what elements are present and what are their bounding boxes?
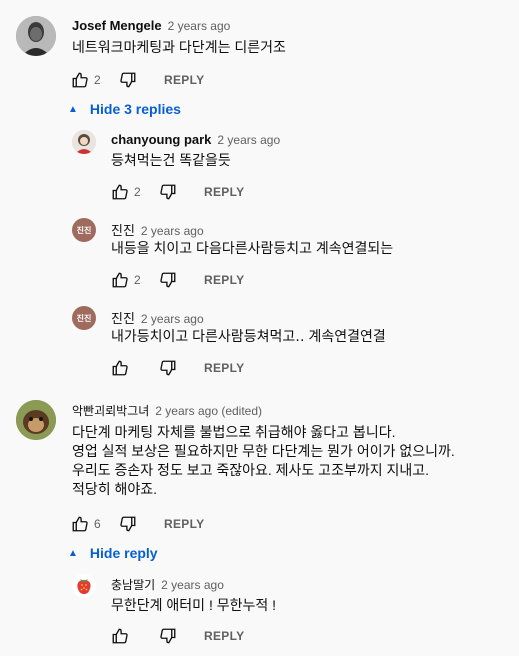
like-button[interactable] (108, 268, 132, 292)
author-name[interactable]: Josef Mengele (72, 18, 162, 33)
reply-actions: REPLY (108, 356, 244, 380)
dislike-button[interactable] (156, 180, 180, 204)
reply-time[interactable]: 2 years ago (161, 578, 224, 592)
caret-up-icon: ▲ (68, 547, 78, 559)
avatar-jinjin[interactable]: 진진 (72, 218, 96, 242)
profile-photo-icon (16, 16, 56, 56)
like-button[interactable] (108, 356, 132, 380)
reply-time[interactable]: 2 years ago (217, 133, 280, 147)
comment-time[interactable]: 2 years ago (168, 19, 231, 33)
dislike-button[interactable] (116, 512, 140, 536)
author-name[interactable]: 진진 (111, 223, 135, 238)
reply-button[interactable]: REPLY (204, 185, 244, 199)
dislike-button[interactable] (116, 68, 140, 92)
avatar-josef[interactable] (16, 16, 56, 56)
thumb-down-icon (120, 72, 136, 88)
reply-time[interactable]: 2 years ago (141, 224, 204, 238)
author-name[interactable]: chanyoung park (111, 132, 211, 147)
reply-text: 내가등치이고 다른사람등쳐먹고‥ 계속연결연결 (111, 328, 386, 344)
avatar-chanyoung[interactable] (72, 130, 96, 154)
hide-reply-button[interactable]: ▲ Hide reply (68, 545, 158, 561)
comment-author[interactable]: 악빤괴뢰박그녀 2 years ago (edited) (72, 402, 262, 419)
reply-button[interactable]: REPLY (204, 361, 244, 375)
comment-time[interactable]: 2 years ago (edited) (155, 404, 262, 418)
like-count: 6 (94, 517, 101, 531)
reply-author[interactable]: 충남딸기 2 years ago (111, 576, 224, 593)
like-count: 2 (134, 185, 141, 199)
like-count: 2 (134, 273, 141, 287)
reply-actions: REPLY (108, 624, 244, 648)
thumb-down-icon (160, 272, 176, 288)
thumb-up-icon (112, 360, 128, 376)
hide-replies-button[interactable]: ▲ Hide 3 replies (68, 101, 181, 117)
reply-button[interactable]: REPLY (204, 273, 244, 287)
reply-author[interactable]: chanyoung park 2 years ago (111, 132, 280, 147)
avatar-commenter[interactable] (16, 400, 56, 440)
hide-replies-label: Hide 3 replies (89, 101, 181, 117)
thumb-down-icon (160, 360, 176, 376)
like-count: 2 (94, 73, 101, 87)
reply-text: 무한단계 애터미 ! 무한누적 ! (111, 597, 277, 613)
reply-actions: 2 REPLY (108, 180, 244, 204)
dislike-button[interactable] (156, 356, 180, 380)
reply-author[interactable]: 진진 2 years ago (111, 308, 204, 327)
comment-actions: 2 REPLY (68, 68, 204, 92)
dislike-button[interactable] (156, 624, 180, 648)
hide-reply-label: Hide reply (89, 545, 158, 561)
thumb-up-icon (112, 184, 128, 200)
thumb-up-icon (112, 272, 128, 288)
reply-button[interactable]: REPLY (164, 73, 204, 87)
comment-text: 다단계 마케팅 자체를 불법으로 취급해야 옳다고 봅니다. 영업 실적 보상은… (72, 424, 455, 497)
reply-author[interactable]: 진진 2 years ago (111, 220, 204, 239)
like-button[interactable] (108, 180, 132, 204)
comment-actions: 6 REPLY (68, 512, 204, 536)
avatar-jinjin[interactable]: 진진 (72, 306, 96, 330)
reply-text: 등쳐먹는건 똑같을듯 (111, 152, 231, 168)
author-name[interactable]: 악빤괴뢰박그녀 (72, 404, 149, 418)
avatar-initial: 진진 (76, 225, 92, 235)
like-button[interactable] (68, 512, 92, 536)
thumb-down-icon (120, 516, 136, 532)
comment-author[interactable]: Josef Mengele 2 years ago (72, 18, 230, 33)
profile-photo-icon (72, 130, 96, 154)
reply-button[interactable]: REPLY (164, 517, 204, 531)
author-name[interactable]: 진진 (111, 311, 135, 326)
avatar-initial: 진진 (76, 313, 92, 323)
avatar-strawberry[interactable] (72, 574, 96, 598)
reply-time[interactable]: 2 years ago (141, 312, 204, 326)
dislike-button[interactable] (156, 268, 180, 292)
caret-up-icon: ▲ (68, 103, 78, 115)
reply-button[interactable]: REPLY (204, 629, 244, 643)
thumb-up-icon (72, 72, 88, 88)
thumb-down-icon (160, 184, 176, 200)
like-button[interactable] (108, 624, 132, 648)
thumb-down-icon (160, 628, 176, 644)
profile-photo-icon (16, 400, 56, 440)
thumb-up-icon (72, 516, 88, 532)
author-name[interactable]: 충남딸기 (111, 578, 155, 592)
reply-actions: 2 REPLY (108, 268, 244, 292)
thumb-up-icon (112, 628, 128, 644)
strawberry-icon (77, 579, 91, 594)
comment-text: 네트워크마케팅과 다단계는 디른거조 (72, 39, 286, 55)
like-button[interactable] (68, 68, 92, 92)
reply-text: 내등을 치이고 다음다른사람등치고 계속연결되는 (111, 240, 394, 256)
